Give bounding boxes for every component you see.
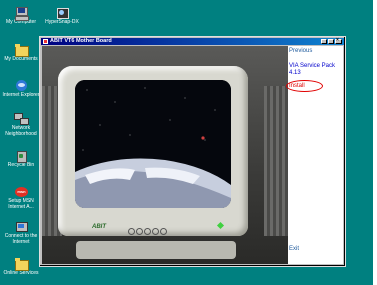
monitor-bezel: ABIT xyxy=(58,66,248,236)
desktop-icon-label: Online Services xyxy=(3,270,39,276)
splash-image-area: ABIT xyxy=(42,46,288,264)
computer-icon xyxy=(14,7,29,21)
previous-link[interactable]: Previous xyxy=(289,48,312,55)
window-title: ABIT VT6 Mother Board xyxy=(50,38,112,44)
monitor-brand: ABIT xyxy=(92,224,106,230)
minimize-button[interactable] xyxy=(321,39,327,44)
desktop-icon-label: Connect to the Internet xyxy=(4,233,38,245)
monitor-base xyxy=(76,241,236,259)
desktop-icon-recycle-bin[interactable]: Recycle Bin xyxy=(1,150,41,169)
desktop-icon-hypersnap[interactable]: HyperSnap-DX xyxy=(42,7,82,26)
msn-icon: msn xyxy=(14,186,28,198)
close-icon: × xyxy=(336,37,339,43)
recycle-bin-icon xyxy=(14,150,28,163)
desktop-icon-label: My Documents xyxy=(4,56,38,62)
desktop-icon-network-neighborhood[interactable]: Network Neighborhood xyxy=(1,113,41,137)
desktop-icon-label: Internet Explorer xyxy=(2,92,40,98)
monitor-buttons xyxy=(128,222,167,240)
desktop-icon-connect-internet[interactable]: Connect to the Internet xyxy=(1,221,41,245)
maximize-button[interactable] xyxy=(328,39,334,44)
service-pack-version: 4.13 xyxy=(289,69,301,76)
desktop-icon-my-computer[interactable]: My Computer xyxy=(1,7,41,26)
desktop-icon-label: Setup MSN Internet A... xyxy=(8,198,34,210)
close-button[interactable]: × xyxy=(335,37,342,44)
service-pack-title[interactable]: VIA Service Pack 4.13 xyxy=(289,63,335,76)
screen-edge xyxy=(373,0,377,285)
network-icon xyxy=(14,113,29,125)
monitor-screen xyxy=(75,80,231,208)
desktop-icon-my-documents[interactable]: My Documents xyxy=(1,44,41,63)
power-led xyxy=(216,221,225,230)
window-titlebar[interactable]: ABIT VT6 Mother Board × xyxy=(41,38,344,45)
desktop-icon-label: Network Neighborhood xyxy=(5,125,37,137)
menu-sidebar: Previous VIA Service Pack 4.13 Install E… xyxy=(286,46,343,264)
hypersnap-icon xyxy=(55,7,69,19)
exit-link[interactable]: Exit xyxy=(289,246,299,253)
connect-icon xyxy=(14,221,28,233)
desktop-icon-label: HyperSnap-DX xyxy=(45,19,79,25)
service-pack-name: VIA Service Pack xyxy=(289,63,336,69)
folder-icon xyxy=(14,44,29,57)
desktop-icon-setup-msn[interactable]: msn Setup MSN Internet A... xyxy=(1,186,41,210)
space-scene xyxy=(75,80,231,208)
window-app-icon xyxy=(43,39,48,44)
installer-window: ABIT VT6 Mother Board × ABIT Previous VI… xyxy=(39,36,346,267)
desktop-icon-internet-explorer[interactable]: Internet Explorer xyxy=(1,80,41,99)
desktop-icon-label: Recycle Bin xyxy=(7,162,35,168)
internet-explorer-icon xyxy=(14,80,28,92)
right-shutter xyxy=(264,86,288,236)
desktop-icon-online-services[interactable]: Online Services xyxy=(1,258,41,277)
folder-icon xyxy=(14,258,29,271)
install-highlight-oval xyxy=(286,80,323,92)
